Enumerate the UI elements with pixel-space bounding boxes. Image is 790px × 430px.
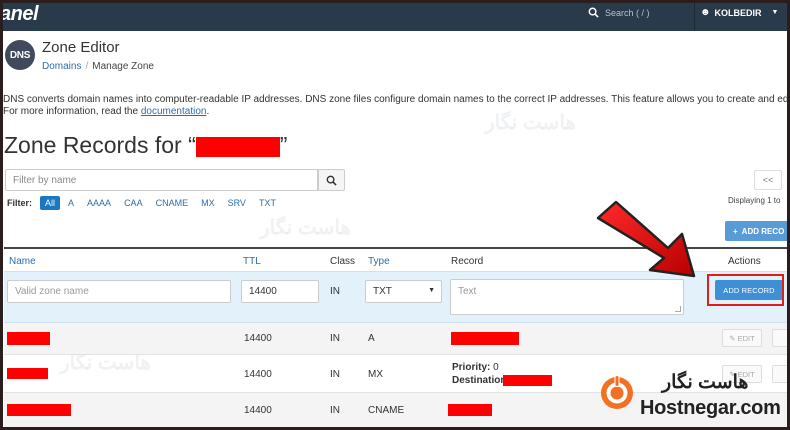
filter-caa[interactable]: CAA: [119, 196, 148, 210]
user-icon: ☻: [700, 7, 711, 18]
type-filter: Filter: All A AAAA CAA CNAME MX SRV TXT: [7, 196, 281, 210]
page-title: Zone Editor: [42, 39, 120, 56]
cpanel-logo[interactable]: anel: [0, 3, 39, 26]
highlight-box: [707, 274, 784, 306]
user-menu[interactable]: ☻ KOLBEDIR ▼: [700, 7, 778, 18]
hostnegar-logo-fa: هاست نگار: [662, 372, 749, 393]
displaying-count: Displaying 1 to: [728, 196, 781, 205]
redacted-name: [7, 332, 50, 345]
header-name[interactable]: Name: [9, 256, 36, 267]
delete-button[interactable]: [772, 329, 790, 347]
header-type[interactable]: Type: [368, 256, 390, 267]
zone-name-input[interactable]: [7, 280, 231, 303]
header-class: Class: [330, 256, 356, 267]
delete-button[interactable]: [772, 365, 790, 383]
breadcrumb-current: Manage Zone: [92, 61, 154, 72]
header-actions: Actions: [728, 256, 761, 267]
filter-srv[interactable]: SRV: [223, 196, 251, 210]
add-record-dropdown-button[interactable]: + ADD RECO: [725, 221, 790, 241]
type-cell: MX: [368, 369, 383, 380]
priority-label: Priority:: [452, 362, 491, 373]
redacted-name: [7, 368, 48, 379]
filter-txt[interactable]: TXT: [254, 196, 281, 210]
class-cell: IN: [330, 369, 340, 380]
filter-all[interactable]: All: [40, 196, 61, 210]
resize-grip-icon: [675, 306, 681, 312]
documentation-link[interactable]: documentation: [141, 106, 207, 117]
redacted-destination: [503, 375, 552, 386]
redacted-name: [7, 404, 71, 416]
red-arrow-icon: [596, 200, 696, 278]
top-bar: anel Search ( / ) ☻ KOLBEDIR ▼: [0, 0, 790, 31]
description-prefix: For more information, read the: [3, 106, 141, 117]
priority-text: Priority: 0: [452, 362, 499, 373]
priority-value: 0: [493, 362, 499, 373]
record-placeholder: Text: [458, 286, 477, 297]
breadcrumb: Domains / Manage Zone: [42, 61, 154, 72]
header-ttl[interactable]: TTL: [243, 256, 261, 267]
breadcrumb-separator: /: [85, 61, 89, 72]
ttl-input[interactable]: [241, 280, 319, 303]
caret-down-icon: ▼: [771, 9, 779, 16]
search-icon: [588, 7, 599, 18]
title-suffix: ”: [279, 132, 288, 158]
ttl-cell: 14400: [244, 369, 272, 380]
table-row: [4, 323, 790, 355]
class-cell: IN: [330, 333, 340, 344]
filter-cname[interactable]: CNAME: [151, 196, 194, 210]
user-name: KOLBEDIR: [714, 7, 762, 18]
hostnegar-logo-icon: [601, 375, 633, 409]
dns-app-icon: DNS: [5, 40, 35, 70]
class-value: IN: [330, 286, 340, 297]
type-cell: CNAME: [368, 405, 405, 416]
pencil-icon: ✎: [729, 333, 736, 343]
edit-label: EDIT: [737, 333, 755, 343]
description-suffix: .: [206, 106, 210, 117]
type-cell: A: [368, 333, 375, 344]
redacted-record: [451, 332, 519, 345]
type-select-value: TXT: [373, 286, 392, 297]
class-cell: IN: [330, 405, 340, 416]
description-more-info: For more information, read the documenta…: [3, 106, 790, 118]
header-record: Record: [451, 256, 484, 267]
description: DNS converts domain names into computer-…: [3, 94, 790, 118]
type-select[interactable]: TXT ▼: [365, 280, 442, 303]
filter-input[interactable]: [5, 169, 318, 191]
search-label: Search ( / ): [605, 7, 650, 18]
redacted-domain: [195, 136, 280, 157]
filter-mx[interactable]: MX: [196, 196, 220, 210]
global-search[interactable]: Search ( / ): [588, 7, 650, 18]
ttl-cell: 14400: [244, 333, 272, 344]
watermark-text: هاست نگار: [260, 217, 351, 239]
plus-icon: +: [733, 226, 738, 236]
search-icon: [326, 175, 337, 186]
edit-button[interactable]: ✎ EDIT: [722, 329, 762, 347]
filter-label: Filter:: [7, 198, 33, 208]
ttl-cell: 14400: [244, 405, 272, 416]
filter-search-button[interactable]: [318, 169, 345, 191]
description-line: DNS converts domain names into computer-…: [3, 94, 790, 105]
destination-text: Destination:: [452, 375, 510, 386]
topbar-divider: [694, 0, 695, 31]
zone-records-title: Zone Records for “ ”: [4, 132, 287, 159]
title-prefix: Zone Records for “: [4, 132, 196, 158]
filter-aaaa[interactable]: AAAA: [82, 196, 116, 210]
add-record-label: ADD RECO: [741, 226, 785, 236]
dropdown-arrow-icon: ▼: [428, 287, 435, 294]
destination-label: Destination:: [452, 375, 510, 386]
first-page-button[interactable]: <<: [754, 170, 782, 190]
hostnegar-logo-en: Hostnegar.com: [640, 397, 781, 419]
filter-a[interactable]: A: [63, 196, 79, 210]
redacted-record: [448, 404, 492, 416]
breadcrumb-domains[interactable]: Domains: [42, 61, 81, 72]
